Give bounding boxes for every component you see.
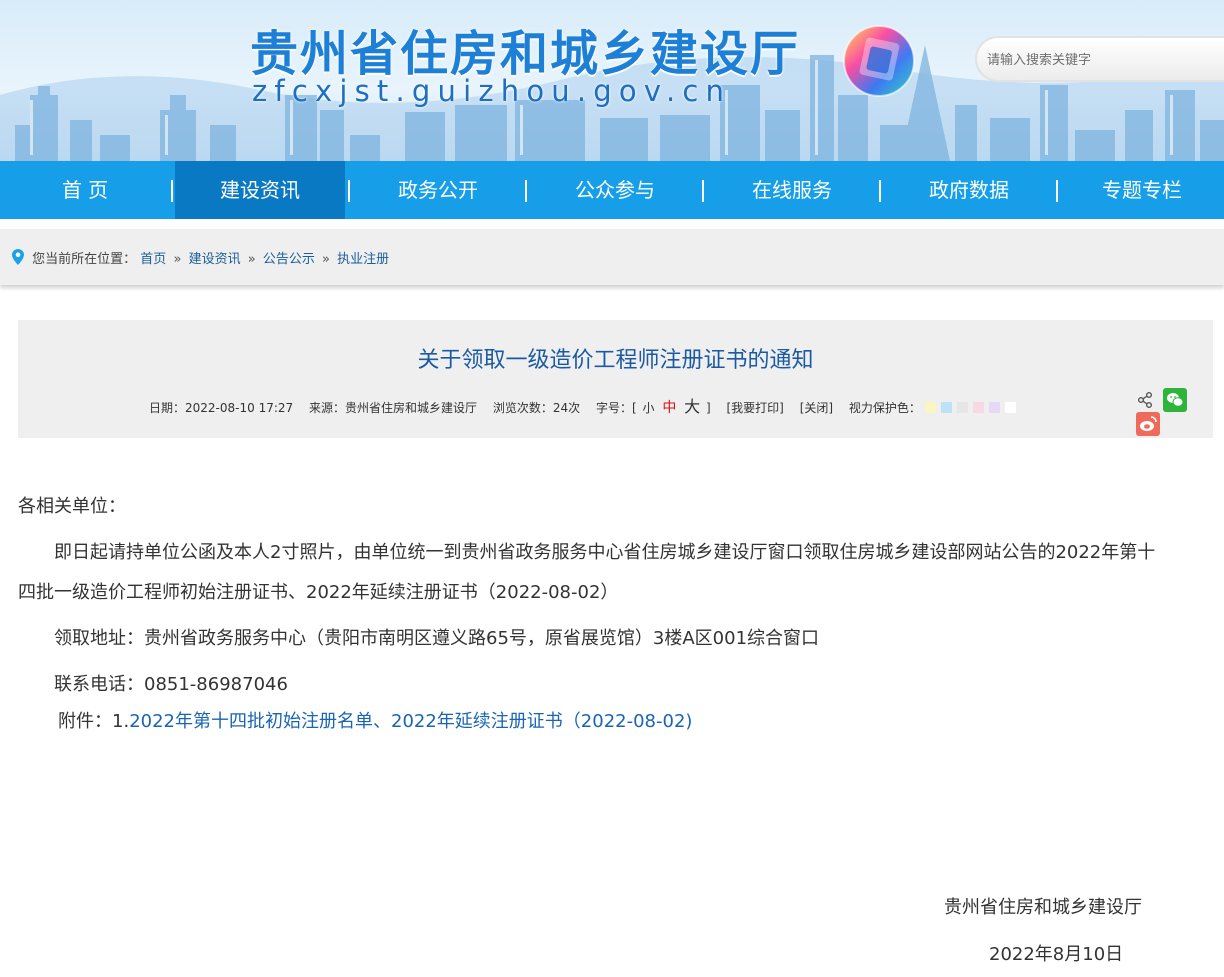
breadcrumb-news-link[interactable]: 建设资讯 [189,252,241,267]
nav-separator [879,180,881,202]
breadcrumb-separator: » [173,252,182,267]
font-small-button[interactable]: 小 [640,401,656,415]
breadcrumb: 您当前所在位置： 首页 » 建设资讯 » 公告公示 » 执业注册 [12,248,389,267]
sign-date: 2022年8月10日 [989,944,1124,965]
signature: 贵州省住房和城乡建设厅 [944,897,1142,918]
meta-date: 日期：2022-08-10 17:27 [149,401,293,415]
font-size-control: 字号：[ 小 中 大 ] [595,397,711,416]
site-domain: zfcxjst.guizhou.gov.cn [252,74,732,108]
article-title: 关于领取一级造价工程师注册证书的通知 [417,348,814,373]
breadcrumb-prefix: 您当前所在位置： [32,252,137,267]
nav-item-online-service[interactable]: 在线服务 [706,161,878,219]
breadcrumb-separator: » [247,252,256,267]
attachment: 附件：1.2022年第十四批初始注册名单、2022年延续注册证书（2022-08… [58,705,692,739]
nav-item-construction-news[interactable]: 建设资讯 [175,161,345,219]
meta-views: 浏览次数：24次 [493,401,580,415]
source-value: 贵州省住房和城乡建设厅 [345,401,478,415]
font-medium-button[interactable]: 中 [660,400,678,416]
article-meta: 日期：2022-08-10 17:27 来源：贵州省住房和城乡建设厅 浏览次数：… [149,393,1021,417]
nav-item-home[interactable]: 首 页 [0,161,170,219]
close-button[interactable]: [关闭] [800,401,833,415]
nav-item-gov-affairs[interactable]: 政务公开 [352,161,524,219]
source-label: 来源： [308,401,345,415]
date-value: 2022-08-10 17:27 [185,401,294,415]
share-icon[interactable] [1136,391,1154,409]
nav-item-gov-data[interactable]: 政府数据 [883,161,1055,219]
nav-item-public-participation[interactable]: 公众参与 [529,161,701,219]
nav-item-special-topics[interactable]: 专题专栏 [1060,161,1224,219]
font-large-button[interactable]: 大 [682,397,702,416]
greeting: 各相关单位： [18,496,126,517]
breadcrumb-notices-link[interactable]: 公告公示 [263,252,315,267]
eye-care-swatch-gray[interactable] [956,402,968,413]
font-size-label: 字号： [595,401,632,415]
nav-separator [525,180,527,202]
breadcrumb-bar: 您当前所在位置： 首页 » 建设资讯 » 公告公示 » 执业注册 [0,229,1224,285]
eye-care-swatch-pink[interactable] [972,402,984,413]
breadcrumb-separator: » [321,252,330,267]
paragraph-1-line-2: 四批一级造价工程师初始注册证书、2022年延续注册证书（2022-08-02） [18,582,619,603]
breadcrumb-registration-link[interactable]: 执业注册 [337,252,389,267]
pickup-address: 领取地址：贵州省政务服务中心（贵阳市南明区遵义路65号，原省展览馆）3楼A区00… [54,628,820,649]
search-input[interactable] [987,50,1217,70]
main-nav: 首 页 建设资讯 政务公开 公众参与 在线服务 政府数据 专题专栏 [0,161,1224,219]
contact-phone: 联系电话：0851-86987046 [54,674,288,695]
weibo-share-icon[interactable] [1136,412,1160,436]
nav-separator [1056,180,1058,202]
eye-care-label: 视力保护色： [848,401,921,415]
print-button[interactable]: [我要打印] [727,401,784,415]
article-header: 关于领取一级造价工程师注册证书的通知 日期：2022-08-10 17:27 来… [18,320,1213,438]
views-label: 浏览次数： [492,401,553,415]
meta-source: 来源：贵州省住房和城乡建设厅 [309,401,477,415]
nav-separator [348,180,350,202]
nav-separator [171,180,173,202]
paragraph-1-line-1: 即日起请持单位公函及本人2寸照片，由单位统一到贵州省政务服务中心省住房城乡建设厅… [54,542,1156,563]
eye-care-swatch-white[interactable] [1004,402,1016,413]
views-value: 24次 [552,401,581,415]
breadcrumb-home-link[interactable]: 首页 [140,252,166,267]
location-pin-icon [12,249,24,265]
date-label: 日期： [149,401,186,415]
share-bar [1136,388,1213,436]
eye-care-swatch-yellow[interactable] [924,402,936,413]
eye-care-swatch-blue[interactable] [940,402,952,413]
nav-separator [702,180,704,202]
cube-logo-icon [843,25,915,97]
eye-care-swatch-purple[interactable] [988,402,1000,413]
site-banner: 贵州省住房和城乡建设厅 zfcxjst.guizhou.gov.cn [0,0,1224,161]
search-box [975,36,1224,82]
attachment-link[interactable]: 2022年第十四批初始注册名单、2022年延续注册证书（2022-08-02) [129,711,692,732]
wechat-share-icon[interactable] [1163,388,1188,412]
attachment-label: 附件：1. [58,711,130,732]
